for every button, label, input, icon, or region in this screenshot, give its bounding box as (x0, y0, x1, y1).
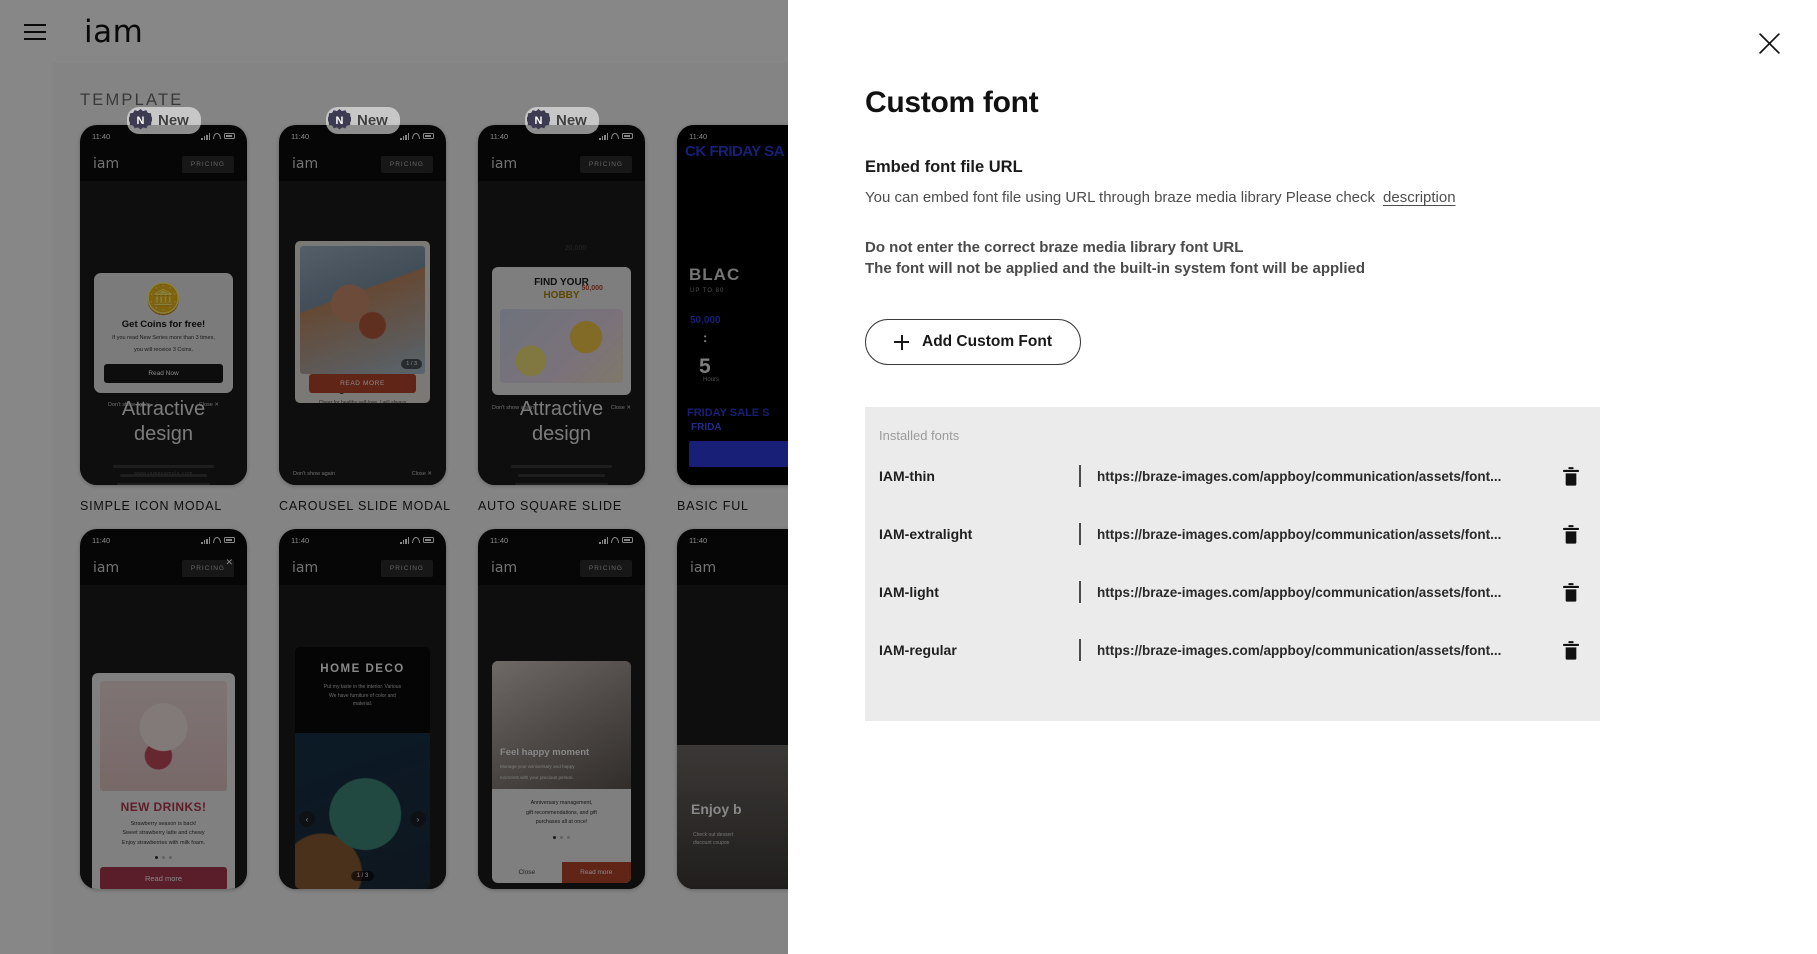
new-badge-label: New (357, 112, 388, 129)
font-url: https://braze-images.com/appboy/communic… (1097, 526, 1502, 542)
plus-icon (894, 334, 909, 350)
new-badge: N New (127, 107, 201, 134)
add-custom-font-label: Add Custom Font (922, 333, 1053, 351)
table-row[interactable]: IAM-light https://braze-images.com/appbo… (865, 567, 1600, 617)
embed-description-text: You can embed font file using URL throug… (865, 189, 1376, 206)
new-badge: N New (525, 107, 599, 134)
starburst-icon: N (328, 109, 351, 130)
divider (1079, 639, 1081, 662)
trash-icon[interactable] (1556, 524, 1586, 544)
trash-icon[interactable] (1556, 640, 1586, 660)
close-icon[interactable] (1752, 26, 1786, 60)
font-url: https://braze-images.com/appboy/communic… (1097, 642, 1502, 658)
table-row[interactable]: IAM-thin https://braze-images.com/appboy… (865, 451, 1600, 501)
starburst-icon: N (527, 109, 550, 130)
page-title: Custom font (865, 86, 1039, 119)
installed-fonts-list: Installed fonts IAM-thin https://braze-i… (865, 407, 1600, 722)
new-badge: N New (326, 107, 400, 134)
new-badge-label: New (556, 112, 587, 129)
embed-description: You can embed font file using URL throug… (865, 187, 1817, 210)
font-url: https://braze-images.com/appboy/communic… (1097, 584, 1502, 600)
warning-line-2: The font will not be applied and the bui… (865, 259, 1366, 277)
warning-block: Do not enter the correct braze media lib… (865, 237, 1817, 280)
starburst-icon: N (129, 109, 152, 130)
table-row[interactable]: IAM-regular https://braze-images.com/app… (865, 625, 1600, 675)
trash-icon[interactable] (1556, 582, 1586, 602)
embed-section-heading: Embed font file URL (865, 158, 1023, 176)
divider (1079, 523, 1081, 546)
installed-fonts-label: Installed fonts (879, 428, 960, 444)
custom-font-panel: Custom font Embed font file URL You can … (788, 0, 1817, 954)
divider (1079, 581, 1081, 604)
table-row[interactable]: IAM-extralight https://braze-images.com/… (865, 509, 1600, 559)
warning-line-1: Do not enter the correct braze media lib… (865, 238, 1244, 256)
divider (1079, 465, 1081, 488)
new-badge-label: New (158, 112, 189, 129)
description-link[interactable]: description (1383, 189, 1456, 206)
trash-icon[interactable] (1556, 466, 1586, 486)
font-name: IAM-regular (879, 642, 957, 659)
font-name: IAM-extralight (879, 526, 973, 543)
font-url: https://braze-images.com/appboy/communic… (1097, 468, 1502, 484)
font-name: IAM-light (879, 584, 939, 601)
add-custom-font-button[interactable]: Add Custom Font (865, 319, 1082, 366)
font-name: IAM-thin (879, 468, 935, 485)
